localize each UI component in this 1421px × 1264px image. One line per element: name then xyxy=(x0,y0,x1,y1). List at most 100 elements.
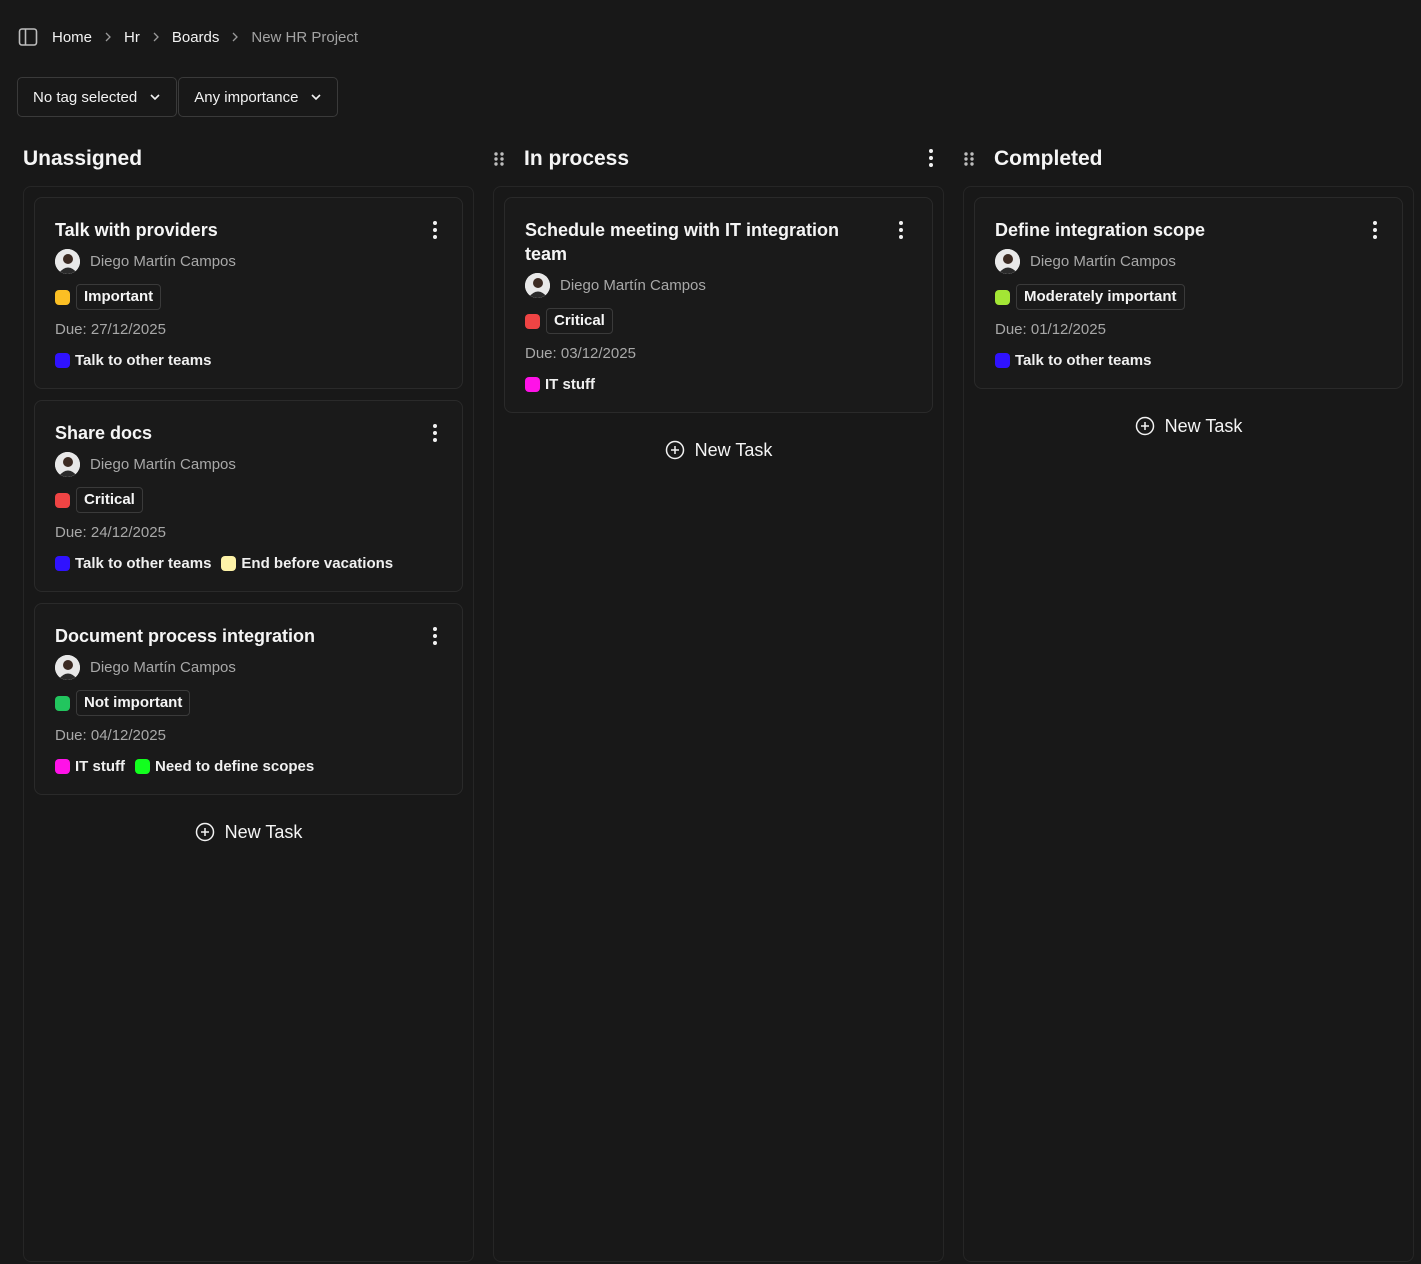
tag: Talk to other teams xyxy=(995,352,1151,369)
importance-dot xyxy=(995,289,1010,305)
tag-list: IT stuff Need to define scopes xyxy=(55,756,442,776)
tag-label: Talk to other teams xyxy=(1015,351,1152,369)
importance-dot xyxy=(55,492,70,508)
importance-filter-dropdown[interactable]: Any importance xyxy=(178,77,339,117)
breadcrumb-home[interactable]: Home xyxy=(52,29,92,46)
avatar xyxy=(55,248,80,274)
breadcrumb-boards[interactable]: Boards xyxy=(172,29,220,46)
plus-circle-icon xyxy=(665,440,685,460)
due-date: Due: 03/12/2025 xyxy=(525,345,636,362)
importance-dot xyxy=(525,313,540,329)
due-date: Due: 04/12/2025 xyxy=(55,727,166,744)
tag-dot xyxy=(55,352,70,368)
chevron-down-icon xyxy=(310,91,322,103)
column-title: In process xyxy=(524,147,630,170)
new-task-label: New Task xyxy=(694,439,773,460)
due-date: Due: 27/12/2025 xyxy=(55,321,166,338)
column-header: In process xyxy=(493,140,944,178)
column-title: Completed xyxy=(994,147,1103,170)
column-header: Completed xyxy=(963,140,1414,178)
drag-handle-icon[interactable] xyxy=(493,151,515,167)
assignee-name: Diego Martín Campos xyxy=(90,252,236,270)
plus-circle-icon xyxy=(1135,416,1155,436)
tag-list: Talk to other teams xyxy=(55,350,442,370)
column-unassigned: Unassigned Talk with providers Diego Mar… xyxy=(23,140,474,1262)
avatar xyxy=(55,654,80,680)
task-card[interactable]: Talk with providers Diego Martín Campos … xyxy=(34,197,463,389)
tag-filter-label: No tag selected xyxy=(33,88,138,106)
importance-badge: Critical xyxy=(76,487,143,513)
avatar xyxy=(55,451,80,477)
chevron-right-icon xyxy=(92,32,124,42)
tag-label: IT stuff xyxy=(75,757,125,775)
breadcrumb-hr[interactable]: Hr xyxy=(124,29,140,46)
importance-badge: Moderately important xyxy=(1016,284,1185,310)
assignee-name: Diego Martín Campos xyxy=(1030,252,1176,270)
importance-row: Moderately important xyxy=(995,284,1382,310)
importance-dot xyxy=(55,289,70,305)
task-title: Define integration scope xyxy=(995,220,1206,240)
assignee: Diego Martín Campos xyxy=(525,272,912,298)
tag: IT stuff xyxy=(525,376,595,393)
more-vertical-icon[interactable] xyxy=(898,220,904,245)
due-date: Due: 24/12/2025 xyxy=(55,524,166,541)
tag-list: Talk to other teams xyxy=(995,350,1382,370)
filter-bar: No tag selected Any importance xyxy=(17,77,339,117)
task-title: Share docs xyxy=(55,423,153,443)
importance-filter-label: Any importance xyxy=(194,88,299,106)
column-body: Define integration scope Diego Martín Ca… xyxy=(963,186,1414,1262)
sidebar-toggle-icon[interactable] xyxy=(17,26,39,48)
column-title: Unassigned xyxy=(23,147,143,170)
new-task-button[interactable]: New Task xyxy=(504,430,933,470)
tag-label: Talk to other teams xyxy=(75,554,212,572)
assignee: Diego Martín Campos xyxy=(55,654,442,680)
tag: Need to define scopes xyxy=(135,758,314,775)
tag-filter-dropdown[interactable]: No tag selected xyxy=(17,77,178,117)
importance-row: Important xyxy=(55,284,442,310)
breadcrumb-current: New HR Project xyxy=(251,28,359,46)
more-vertical-icon[interactable] xyxy=(1372,220,1378,245)
new-task-button[interactable]: New Task xyxy=(974,406,1403,446)
more-vertical-icon[interactable] xyxy=(928,148,934,173)
importance-badge: Not important xyxy=(76,690,191,716)
tag: IT stuff xyxy=(55,758,125,775)
chevron-down-icon xyxy=(149,91,161,103)
importance-row: Critical xyxy=(55,487,442,513)
column-completed: Completed Define integration scope Diego… xyxy=(963,140,1414,1262)
chevron-right-icon xyxy=(219,32,251,42)
tag: Talk to other teams xyxy=(55,352,211,369)
new-task-button[interactable]: New Task xyxy=(34,812,463,852)
column-body: Schedule meeting with IT integration tea… xyxy=(493,186,944,1262)
tag-dot xyxy=(55,758,70,774)
tag-dot xyxy=(221,555,237,571)
tag-list: IT stuff xyxy=(525,374,912,394)
plus-circle-icon xyxy=(195,822,215,842)
tag-dot xyxy=(55,555,70,571)
task-card[interactable]: Share docs Diego Martín Campos Critical … xyxy=(34,400,463,592)
more-vertical-icon[interactable] xyxy=(432,423,438,448)
task-title: Document process integration xyxy=(55,626,316,646)
more-vertical-icon[interactable] xyxy=(432,626,438,651)
tag-label: End before vacations xyxy=(241,554,394,572)
tag-dot xyxy=(525,376,540,392)
importance-badge: Critical xyxy=(546,308,613,334)
column-in-process: In process Schedule meeting with IT inte… xyxy=(493,140,944,1262)
assignee: Diego Martín Campos xyxy=(995,248,1382,274)
tag-dot xyxy=(135,758,150,774)
tag: Talk to other teams xyxy=(55,555,211,572)
task-title: Talk with providers xyxy=(55,220,218,240)
task-card[interactable]: Document process integration Diego Martí… xyxy=(34,603,463,795)
task-card[interactable]: Define integration scope Diego Martín Ca… xyxy=(974,197,1403,389)
importance-row: Critical xyxy=(525,308,912,334)
tag-label: IT stuff xyxy=(545,375,595,393)
more-vertical-icon[interactable] xyxy=(432,220,438,245)
tag-label: Talk to other teams xyxy=(75,351,212,369)
importance-dot xyxy=(55,695,70,711)
importance-row: Not important xyxy=(55,690,442,716)
assignee-name: Diego Martín Campos xyxy=(560,276,706,294)
tag-dot xyxy=(995,352,1010,368)
drag-handle-icon[interactable] xyxy=(963,151,985,167)
assignee: Diego Martín Campos xyxy=(55,248,442,274)
breadcrumb: Home Hr Boards New HR Project xyxy=(17,26,358,48)
task-card[interactable]: Schedule meeting with IT integration tea… xyxy=(504,197,933,413)
